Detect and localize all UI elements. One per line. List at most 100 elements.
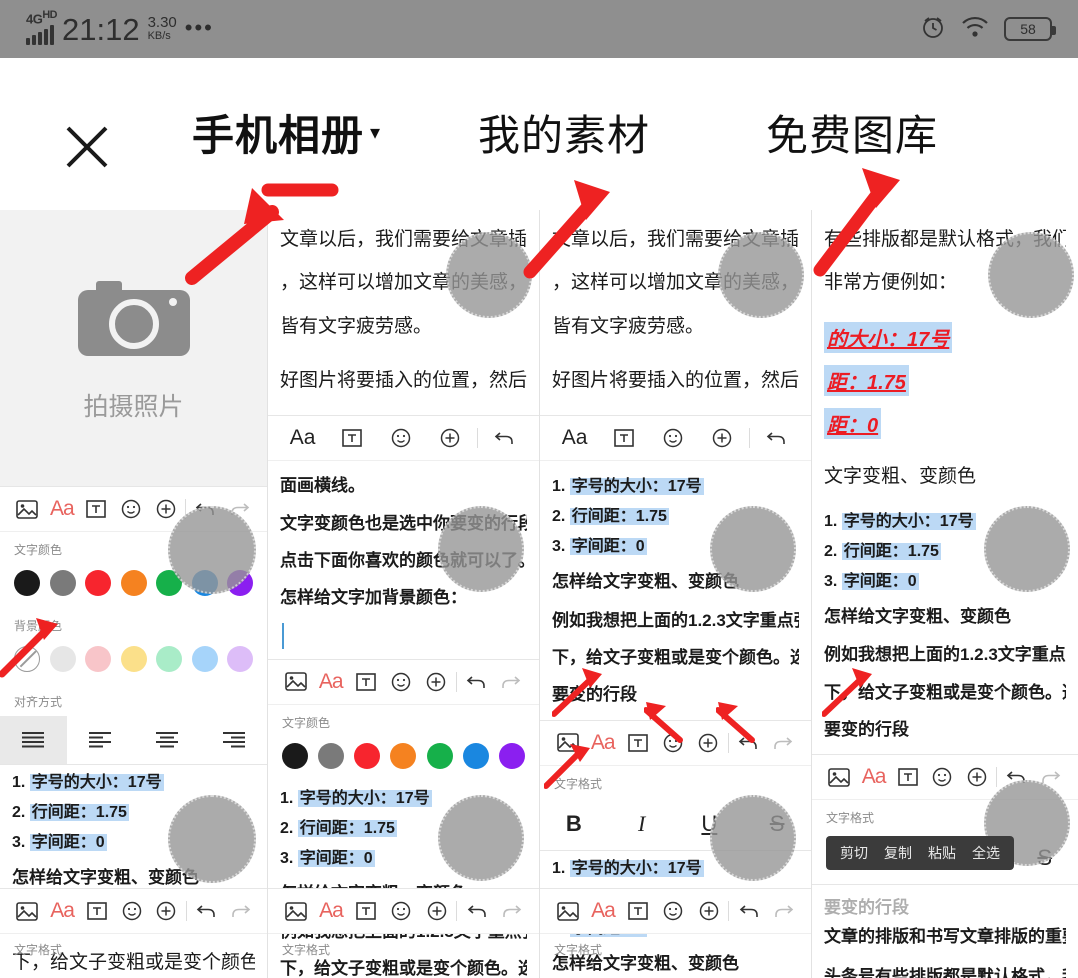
plus-icon[interactable] — [426, 416, 475, 460]
text-box-icon[interactable] — [79, 889, 114, 933]
text-box-icon[interactable] — [349, 889, 384, 933]
redo-icon[interactable] — [767, 889, 802, 933]
undo-icon[interactable] — [731, 721, 766, 765]
swatch-green[interactable] — [426, 742, 453, 769]
swatch-gray[interactable] — [49, 570, 76, 596]
align-justify-button[interactable] — [0, 716, 67, 764]
swatch-orange[interactable] — [390, 742, 417, 769]
context-menu-select-all[interactable]: 全选 — [972, 843, 1000, 863]
editor-toolbar-col3[interactable]: Aa — [540, 415, 811, 462]
emoji-icon[interactable] — [114, 889, 149, 933]
swatch-black[interactable] — [14, 570, 40, 596]
tab-my-materials[interactable]: 我的素材 — [478, 102, 650, 163]
undo-icon[interactable] — [731, 889, 766, 933]
plus-icon[interactable] — [691, 889, 726, 933]
text-box-icon[interactable] — [327, 416, 376, 460]
swatch-red[interactable] — [354, 742, 381, 769]
align-right-button[interactable] — [200, 716, 267, 764]
image-icon[interactable] — [278, 889, 313, 933]
undo-icon[interactable] — [189, 889, 224, 933]
image-icon[interactable] — [550, 889, 585, 933]
emoji-icon[interactable] — [648, 416, 697, 460]
align-options[interactable] — [0, 716, 267, 765]
text-box-icon[interactable] — [79, 487, 114, 531]
editor-toolbar-col2-bottom[interactable]: Aa — [268, 888, 539, 934]
emoji-icon[interactable] — [655, 721, 690, 765]
swatch-orange[interactable] — [120, 570, 147, 596]
context-menu-paste[interactable]: 粘贴 — [928, 843, 956, 863]
text-box-icon[interactable] — [621, 889, 656, 933]
swatch-none[interactable] — [14, 646, 40, 672]
italic-button[interactable]: I — [608, 798, 676, 850]
plus-icon[interactable] — [419, 660, 454, 704]
swatch-bg-gray[interactable] — [49, 646, 76, 672]
font-aa-icon[interactable]: Aa — [45, 889, 80, 933]
font-aa-icon[interactable]: Aa — [550, 416, 599, 460]
undo-icon[interactable] — [480, 416, 529, 460]
text-box-icon[interactable] — [599, 416, 648, 460]
bold-button[interactable]: B — [540, 798, 608, 850]
context-menu-copy[interactable]: 复制 — [884, 843, 912, 863]
tab-phone-album[interactable]: 手机相册 ▾ — [192, 102, 381, 163]
undo-icon[interactable] — [459, 889, 494, 933]
plus-icon[interactable] — [149, 889, 184, 933]
font-aa-icon[interactable]: Aa — [585, 721, 620, 765]
font-aa-icon[interactable]: Aa — [45, 487, 80, 531]
font-aa-icon[interactable]: Aa — [313, 889, 348, 933]
image-icon[interactable] — [10, 487, 45, 531]
tab-free-gallery[interactable]: 免费图库 — [766, 102, 938, 163]
editor-toolbar-col2-b[interactable]: Aa — [268, 658, 539, 705]
swatch-bg-lavender[interactable] — [227, 646, 253, 672]
swatch-bg-yellow[interactable] — [120, 646, 147, 672]
plus-icon[interactable] — [691, 721, 726, 765]
editor-toolbar-col3-bottom[interactable]: Aa — [540, 888, 811, 934]
text-context-menu[interactable]: 剪切 复制 粘贴 全选 — [826, 836, 1014, 870]
close-icon[interactable] — [60, 120, 114, 174]
emoji-icon[interactable] — [925, 755, 959, 799]
emoji-icon[interactable] — [656, 889, 691, 933]
font-aa-icon[interactable]: Aa — [856, 755, 890, 799]
text-box-icon[interactable] — [891, 755, 925, 799]
redo-icon[interactable] — [223, 889, 258, 933]
chevron-down-icon[interactable]: ▾ — [370, 123, 381, 143]
swatch-bg-mint[interactable] — [156, 646, 182, 672]
bg-color-swatches[interactable] — [0, 640, 267, 684]
redo-icon[interactable] — [766, 721, 801, 765]
align-left-button[interactable] — [67, 716, 134, 764]
text-box-icon[interactable] — [620, 721, 655, 765]
swatch-purple[interactable] — [498, 742, 525, 769]
context-menu-cut[interactable]: 剪切 — [840, 843, 868, 863]
image-icon[interactable] — [550, 721, 585, 765]
editor-toolbar-col1-bottom[interactable]: Aa — [0, 888, 267, 934]
swatch-gray[interactable] — [318, 742, 345, 769]
image-icon[interactable] — [822, 755, 856, 799]
redo-icon[interactable] — [494, 660, 529, 704]
camera-capture-tile[interactable]: 拍摄照片 — [0, 210, 267, 486]
editor-toolbar-col2[interactable]: Aa — [268, 415, 539, 462]
swatch-red[interactable] — [85, 570, 111, 596]
swatch-bg-pink[interactable] — [85, 646, 111, 672]
emoji-icon[interactable] — [384, 889, 419, 933]
undo-icon[interactable] — [459, 660, 494, 704]
text-box-icon[interactable] — [348, 660, 383, 704]
font-aa-icon[interactable]: Aa — [278, 416, 327, 460]
emoji-icon[interactable] — [383, 660, 418, 704]
emoji-icon[interactable] — [376, 416, 425, 460]
plus-icon[interactable] — [960, 755, 994, 799]
swatch-black[interactable] — [282, 742, 308, 769]
editor-toolbar-col3-b[interactable]: Aa — [540, 719, 811, 766]
text-color-swatches[interactable] — [268, 737, 539, 781]
redo-icon[interactable] — [495, 889, 530, 933]
doc-paragraph: 好图片将要插入的位置，然后 — [280, 369, 527, 391]
plus-icon[interactable] — [698, 416, 747, 460]
font-aa-icon[interactable]: Aa — [585, 889, 620, 933]
font-aa-icon[interactable]: Aa — [313, 660, 348, 704]
plus-icon[interactable] — [419, 889, 454, 933]
align-center-button[interactable] — [134, 716, 201, 764]
image-icon[interactable] — [10, 889, 45, 933]
undo-icon[interactable] — [752, 416, 801, 460]
emoji-icon[interactable] — [114, 487, 149, 531]
swatch-bg-blue[interactable] — [191, 646, 218, 672]
image-icon[interactable] — [278, 660, 313, 704]
swatch-blue[interactable] — [462, 742, 489, 769]
